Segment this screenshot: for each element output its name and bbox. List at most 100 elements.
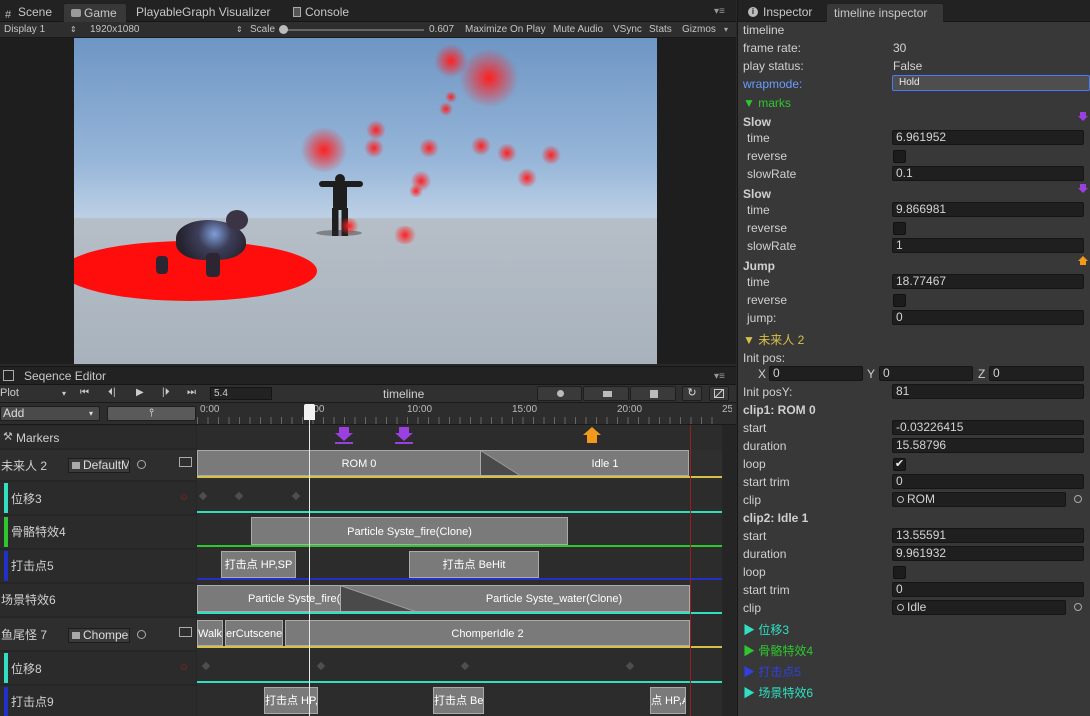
jump-marker[interactable] <box>583 427 601 445</box>
time-field[interactable]: 18.77467 <box>892 274 1084 289</box>
refresh-button[interactable]: ↻ <box>682 386 702 401</box>
vsync-button[interactable]: VSync <box>613 23 642 37</box>
y-field[interactable]: 0 <box>879 366 973 381</box>
last-frame-button[interactable]: ⏭ <box>187 387 196 398</box>
start-field[interactable]: -0.03226415 <box>892 420 1084 435</box>
start-trim-field[interactable]: 0 <box>892 582 1084 597</box>
clip-rom0[interactable]: ROM 0 <box>197 450 521 476</box>
resolution-dropdown[interactable]: 1920x1080 ⇕ <box>90 23 243 37</box>
duration-field[interactable]: 9.961932 <box>892 546 1084 561</box>
clip-hit9-b[interactable]: 打击点 BeHit <box>433 687 484 714</box>
tab-timeline-inspector[interactable]: timeline inspector <box>826 3 944 22</box>
clip-walker[interactable]: Walk <box>197 620 223 646</box>
record-icon[interactable]: ⊙ <box>180 662 188 673</box>
object-picker-icon[interactable] <box>1074 495 1082 503</box>
y-label: Y <box>867 367 876 381</box>
clip-hit-behit[interactable]: 打击点 BeHit <box>409 551 539 578</box>
game-viewport[interactable] <box>74 38 657 364</box>
foldout-track-4[interactable]: ▶ 骨骼特效4 <box>743 644 813 658</box>
gizmos-arrow-icon[interactable]: ▾ <box>724 25 728 34</box>
settings-dot-icon[interactable] <box>137 630 146 639</box>
loop-checkbox[interactable] <box>893 566 906 579</box>
foldout-track-6[interactable]: ▶ 场景特效6 <box>743 686 813 700</box>
folder-button[interactable] <box>583 386 629 401</box>
stats-button[interactable]: Stats <box>649 23 672 37</box>
clip-hit9-c[interactable]: 点 HP,A <box>650 687 686 714</box>
duration-field[interactable]: 15.58796 <box>892 438 1084 453</box>
tab-console[interactable]: Console <box>290 3 360 22</box>
tab-scene[interactable]: # Scene <box>2 3 58 22</box>
binding-field[interactable]: Chompe <box>68 628 130 643</box>
time-field[interactable]: 9.866981 <box>892 202 1084 217</box>
jump-marker-icon <box>1078 256 1088 266</box>
first-frame-button[interactable]: ⏮ <box>80 387 89 398</box>
clip-fire-clone[interactable]: Particle Syste_fire(Clone) <box>251 517 568 545</box>
param-field[interactable]: 0 <box>892 310 1084 325</box>
reverse-label: reverse <box>747 149 788 163</box>
group-foldout[interactable]: ▼ 未来人 2 <box>743 333 804 347</box>
gizmos-button[interactable]: Gizmos <box>682 23 716 37</box>
z-label: Z <box>978 367 986 381</box>
z-field[interactable]: 0 <box>989 366 1084 381</box>
clip-label: Particle Syste_fire(Clone) <box>347 526 472 538</box>
time-ruler[interactable]: 0:00 5:00 10:00 15:00 20:00 25:00 <box>197 403 732 425</box>
mute-audio-button[interactable]: Mute Audio <box>553 23 603 37</box>
clip-object-field[interactable]: Idle <box>892 600 1066 615</box>
marks-foldout[interactable]: ▼ marks <box>743 96 791 110</box>
scale-label: Scale <box>250 24 276 35</box>
add-marker-circle-button[interactable] <box>537 386 582 401</box>
layout-button[interactable] <box>709 386 729 401</box>
marker-title: Slow <box>743 115 772 129</box>
clip-scene-water[interactable]: Particle Syste_water(Clone) <box>340 585 690 612</box>
start-field[interactable]: 13.55591 <box>892 528 1084 543</box>
playhead-handle[interactable] <box>304 404 315 420</box>
foldout-track-5[interactable]: ▶ 打击点5 <box>743 665 801 679</box>
clip-idle1[interactable]: Idle 1 <box>480 450 689 476</box>
next-frame-button[interactable]: |⏵ <box>162 387 170 398</box>
settings-dot-icon[interactable] <box>137 460 146 469</box>
scale-slider-thumb[interactable] <box>279 25 288 34</box>
prev-frame-button[interactable]: ⏴| <box>108 387 116 398</box>
time-field[interactable]: 6.961952 <box>892 130 1084 145</box>
tab-playable-graph[interactable]: PlayableGraph Visualizer <box>136 3 276 22</box>
track-menu-icon[interactable] <box>179 457 192 467</box>
start-trim-field[interactable]: 0 <box>892 474 1084 489</box>
frame-rate-label: frame rate: <box>743 41 802 55</box>
save-button[interactable] <box>630 386 676 401</box>
wrapmode-dropdown[interactable]: Hold <box>892 75 1090 91</box>
reverse-checkbox[interactable] <box>893 150 906 163</box>
record-icon[interactable]: ⊙ <box>180 492 188 503</box>
play-button[interactable]: ▶ <box>136 387 144 398</box>
clip-hit-hp-sp[interactable]: 打击点 HP,SP <box>221 551 296 578</box>
clip-object-field[interactable]: ROM <box>892 492 1066 507</box>
init-posy-field[interactable]: 81 <box>892 384 1084 399</box>
maximize-on-play-button[interactable]: Maximize On Play <box>465 23 546 37</box>
object-picker-icon[interactable] <box>1074 603 1082 611</box>
clip-cutscene[interactable]: erCutsceneT <box>225 620 283 646</box>
scale-slider[interactable] <box>280 29 424 31</box>
x-field[interactable]: 0 <box>769 366 863 381</box>
sequence-scrollbar[interactable] <box>723 425 736 716</box>
param-field[interactable]: 0.1 <box>892 166 1084 181</box>
tab-game[interactable]: Game <box>63 3 127 22</box>
slow-marker-2[interactable] <box>395 427 413 445</box>
slow-marker-1[interactable] <box>335 427 353 445</box>
clip-chomper-idle[interactable]: ChomperIdle 2 <box>285 620 690 646</box>
display-dropdown[interactable]: Display 1 ⇕ <box>4 23 78 37</box>
add-dropdown[interactable]: Add ▾ <box>0 406 100 421</box>
binding-field[interactable]: DefaultM <box>68 458 130 473</box>
pin-button[interactable]: ⫯ <box>107 406 196 421</box>
frame-field[interactable]: 5.4 <box>210 387 272 400</box>
plot-dropdown[interactable]: Plot ▾ <box>0 387 70 400</box>
reverse-checkbox[interactable] <box>893 294 906 307</box>
track-menu-icon[interactable] <box>179 627 192 637</box>
display-label: Display 1 <box>4 24 46 35</box>
panel-menu-icon[interactable]: ▾≡ <box>714 6 725 17</box>
panel-menu-icon[interactable]: ▾≡ <box>714 371 725 382</box>
reverse-checkbox[interactable] <box>893 222 906 235</box>
foldout-track-3[interactable]: ▶ 位移3 <box>743 623 789 637</box>
param-field[interactable]: 1 <box>892 238 1084 253</box>
loop-checkbox[interactable]: ✔ <box>893 458 906 471</box>
tab-inspector[interactable]: i Inspector <box>745 3 823 22</box>
group-foldout-label: 未来人 2 <box>758 333 805 347</box>
